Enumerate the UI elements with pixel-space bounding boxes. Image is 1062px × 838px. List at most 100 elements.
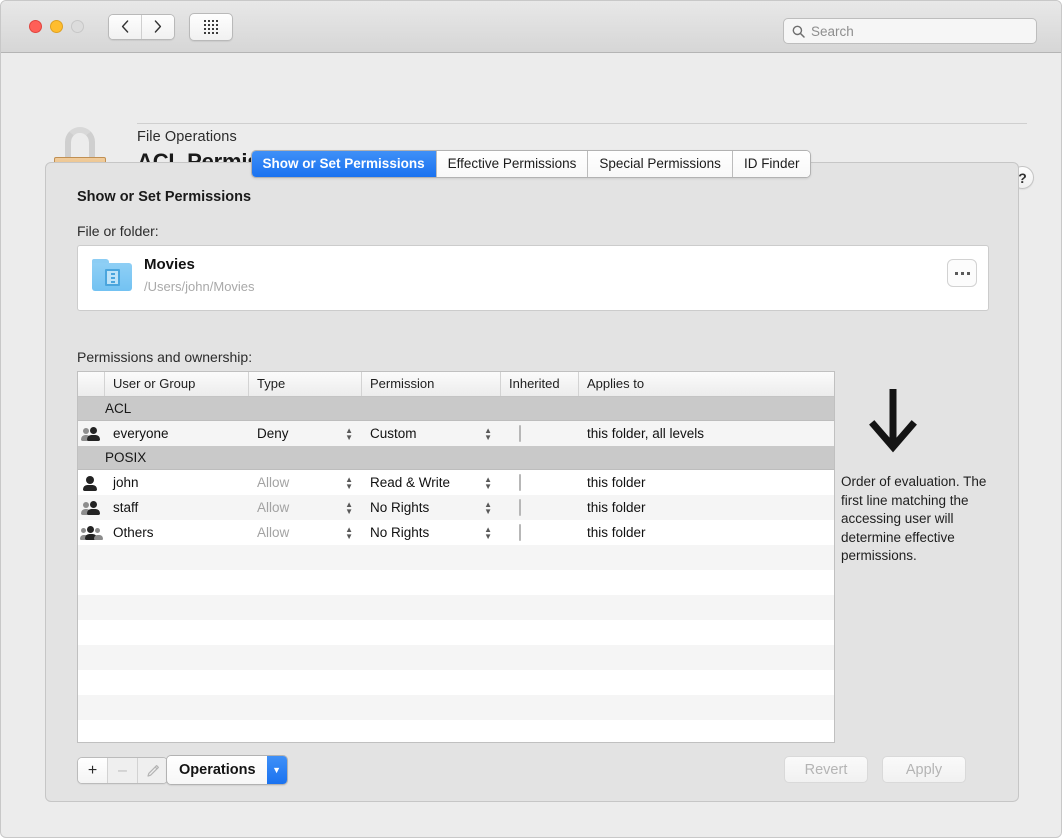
user-icon	[81, 475, 103, 491]
permissions-label: Permissions and ownership:	[77, 349, 253, 365]
inherited-checkbox[interactable]	[519, 524, 521, 541]
stepper-icon: ▲ ▼	[345, 425, 353, 442]
movies-folder-icon	[92, 259, 132, 291]
row-type-value: Allow	[257, 500, 290, 515]
acl-permissions-window: Search File Operations ACL Permissions ?…	[0, 0, 1062, 838]
show-all-button[interactable]	[189, 12, 233, 41]
inherited-checkbox[interactable]	[519, 425, 521, 442]
permissions-table: User or Group Type Permission Inherited …	[77, 371, 835, 743]
table-empty-row	[78, 670, 834, 695]
operations-label: Operations	[167, 756, 267, 784]
back-button[interactable]	[109, 14, 141, 39]
search-placeholder: Search	[811, 23, 854, 39]
inherited-checkbox[interactable]	[519, 499, 521, 516]
row-icon	[78, 421, 105, 446]
column-header-permission[interactable]: Permission	[362, 372, 501, 396]
table-empty-row	[78, 545, 834, 570]
stepper-icon: ▲ ▼	[345, 524, 353, 541]
row-inherited-cell	[501, 495, 579, 520]
table-row[interactable]: john Allow ▲ ▼ Read & Write ▲ ▼ this folde…	[78, 470, 834, 495]
row-permission-select[interactable]: Read & Write ▲ ▼	[362, 470, 501, 495]
row-type-select[interactable]: Allow ▲ ▼	[249, 520, 362, 545]
forward-button[interactable]	[141, 14, 174, 39]
inherited-checkbox[interactable]	[519, 474, 521, 491]
table-row[interactable]: staff Allow ▲ ▼ No Rights ▲ ▼ this folder	[78, 495, 834, 520]
tab-id-finder[interactable]: ID Finder	[731, 151, 811, 177]
row-permission-value: No Rights	[370, 525, 430, 540]
close-button[interactable]	[29, 20, 42, 33]
apply-button[interactable]: Apply	[882, 756, 966, 783]
page-header: File Operations ACL Permissions ?	[1, 53, 1061, 195]
row-inherited-cell	[501, 520, 579, 545]
row-permission-value: No Rights	[370, 500, 430, 515]
revert-button[interactable]: Revert	[784, 756, 868, 783]
tab-bar: Show or Set Permissions Effective Permis…	[1, 150, 1061, 178]
row-permission-value: Read & Write	[370, 475, 451, 490]
stepper-icon: ▲ ▼	[484, 499, 492, 516]
search-icon	[792, 25, 805, 38]
table-empty-row	[78, 570, 834, 595]
row-permission-select[interactable]: No Rights ▲ ▼	[362, 520, 501, 545]
row-inherited-cell	[501, 470, 579, 495]
row-type-select[interactable]: Allow ▲ ▼	[249, 470, 362, 495]
row-type-select[interactable]: Allow ▲ ▼	[249, 495, 362, 520]
row-type-value: Deny	[257, 426, 289, 441]
table-row[interactable]: everyone Deny ▲ ▼ Custom ▲ ▼ this folder, …	[78, 421, 834, 446]
browse-button[interactable]	[947, 259, 977, 287]
tab-show-or-set-permissions[interactable]: Show or Set Permissions	[251, 151, 436, 177]
column-header-icon[interactable]	[78, 372, 105, 396]
stepper-icon: ▲ ▼	[345, 474, 353, 491]
table-row[interactable]: Others Allow ▲ ▼ No Rights ▲ ▼ this folder	[78, 520, 834, 545]
stepper-icon: ▲ ▼	[484, 474, 492, 491]
chevron-right-icon	[154, 20, 162, 33]
down-arrow-icon	[869, 389, 917, 453]
group-header-posix: POSIX	[78, 446, 834, 470]
column-header-user[interactable]: User or Group	[105, 372, 249, 396]
remove-entry-button[interactable]: –	[107, 758, 137, 783]
row-type-select[interactable]: Deny ▲ ▼	[249, 421, 362, 446]
table-empty-row	[78, 620, 834, 645]
header-subtitle: File Operations	[137, 129, 237, 145]
traffic-lights	[29, 20, 84, 33]
content-panel: Show or Set Permissions File or folder: …	[45, 162, 1019, 802]
row-applies-to: this folder	[587, 525, 646, 540]
table-empty-row	[78, 595, 834, 620]
zoom-button[interactable]	[71, 20, 84, 33]
navigation-buttons	[108, 13, 175, 40]
file-name: Movies	[144, 256, 195, 273]
chevron-left-icon	[121, 20, 129, 33]
file-or-folder-label: File or folder:	[77, 223, 159, 239]
grid-icon	[204, 19, 218, 34]
group-icon	[80, 500, 103, 515]
row-user: staff	[113, 500, 139, 515]
add-entry-button[interactable]: +	[78, 758, 107, 783]
minimize-button[interactable]	[50, 20, 63, 33]
column-header-applies-to[interactable]: Applies to	[579, 372, 834, 396]
group-header-acl: ACL	[78, 397, 834, 421]
row-applies-to: this folder	[587, 500, 646, 515]
row-permission-select[interactable]: Custom ▲ ▼	[362, 421, 501, 446]
column-header-inherited[interactable]: Inherited	[501, 372, 579, 396]
file-drop-target[interactable]: Movies /Users/john/Movies	[77, 245, 989, 311]
column-header-type[interactable]: Type	[249, 372, 362, 396]
table-empty-row	[78, 720, 834, 742]
search-field[interactable]: Search	[783, 18, 1037, 44]
section-title: Show or Set Permissions	[77, 189, 252, 205]
row-permission-select[interactable]: No Rights ▲ ▼	[362, 495, 501, 520]
tab-effective-permissions[interactable]: Effective Permissions	[435, 151, 588, 177]
operations-popup-button[interactable]: Operations ▼	[166, 755, 288, 785]
file-path: /Users/john/Movies	[144, 279, 255, 294]
row-applies-to: this folder, all levels	[587, 426, 705, 441]
row-type-value: Allow	[257, 475, 290, 490]
tab-special-permissions[interactable]: Special Permissions	[587, 151, 732, 177]
table-empty-row	[78, 695, 834, 720]
edit-pencil-icon	[146, 764, 159, 777]
stepper-icon: ▲ ▼	[345, 499, 353, 516]
edit-entry-button[interactable]	[137, 758, 167, 783]
window-titlebar: Search	[1, 1, 1061, 53]
header-divider	[137, 123, 1027, 124]
table-empty-row	[78, 645, 834, 670]
row-permission-value: Custom	[370, 426, 417, 441]
row-icon	[78, 520, 105, 545]
stepper-icon: ▲ ▼	[484, 425, 492, 442]
